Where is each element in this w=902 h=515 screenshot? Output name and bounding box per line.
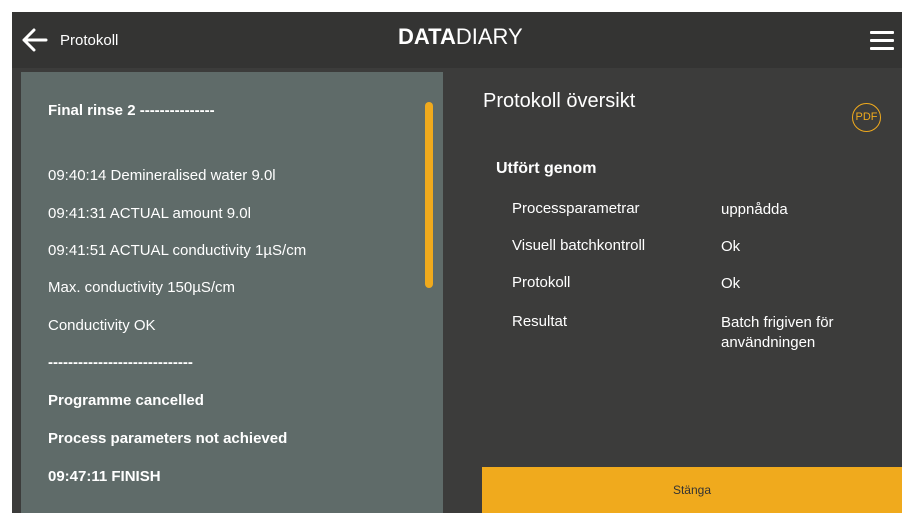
- overview-value: uppnådda: [721, 201, 788, 218]
- log-line: 09:47:11 FINISH: [48, 468, 161, 485]
- scrollbar-thumb[interactable]: [425, 102, 433, 288]
- brand-bold: DATA: [398, 24, 456, 49]
- brand-logo: DATADIARY: [398, 24, 523, 50]
- log-line: 09:41:31 ACTUAL amount 9.0l: [48, 205, 251, 222]
- top-bar: Protokoll DATADIARY: [12, 12, 902, 68]
- overview-label: Resultat: [512, 313, 568, 330]
- close-button[interactable]: Stänga: [482, 467, 902, 513]
- overview-section-title: Utfört genom: [496, 160, 597, 177]
- log-line: Conductivity OK: [48, 317, 156, 334]
- log-line: Max. conductivity 150µS/cm: [48, 279, 236, 296]
- log-line: -----------------------------: [48, 354, 193, 371]
- back-label: Protokoll: [60, 31, 119, 49]
- log-line: Process parameters not achieved: [48, 430, 288, 447]
- log-line: 09:41:51 ACTUAL conductivity 1µS/cm: [48, 242, 307, 259]
- log-line: 09:40:14 Demineralised water 9.0l: [48, 167, 276, 184]
- overview-value: Ok: [721, 238, 741, 255]
- pdf-icon[interactable]: PDF: [852, 103, 881, 132]
- overview-label: Protokoll: [512, 274, 571, 291]
- arrow-left-icon: [22, 28, 48, 52]
- overview-label: Processparametrar: [512, 200, 640, 217]
- overview-title: Protokoll översikt: [483, 90, 636, 112]
- log-line: Final rinse 2 ---------------: [48, 102, 215, 119]
- app-screen: Protokoll DATADIARY Final rinse 2 ------…: [12, 12, 902, 513]
- protocol-log-panel[interactable]: Final rinse 2 --------------- 09:40:14 De…: [21, 72, 443, 513]
- brand-light: DIARY: [455, 24, 523, 49]
- log-line: Programme cancelled: [48, 392, 204, 409]
- hamburger-menu-icon[interactable]: [870, 31, 894, 51]
- overview-value: Batch frigiven för användningen: [721, 314, 834, 351]
- back-button[interactable]: Protokoll: [22, 25, 118, 55]
- overview-value: Ok: [721, 275, 741, 292]
- overview-label: Visuell batchkontroll: [512, 237, 646, 254]
